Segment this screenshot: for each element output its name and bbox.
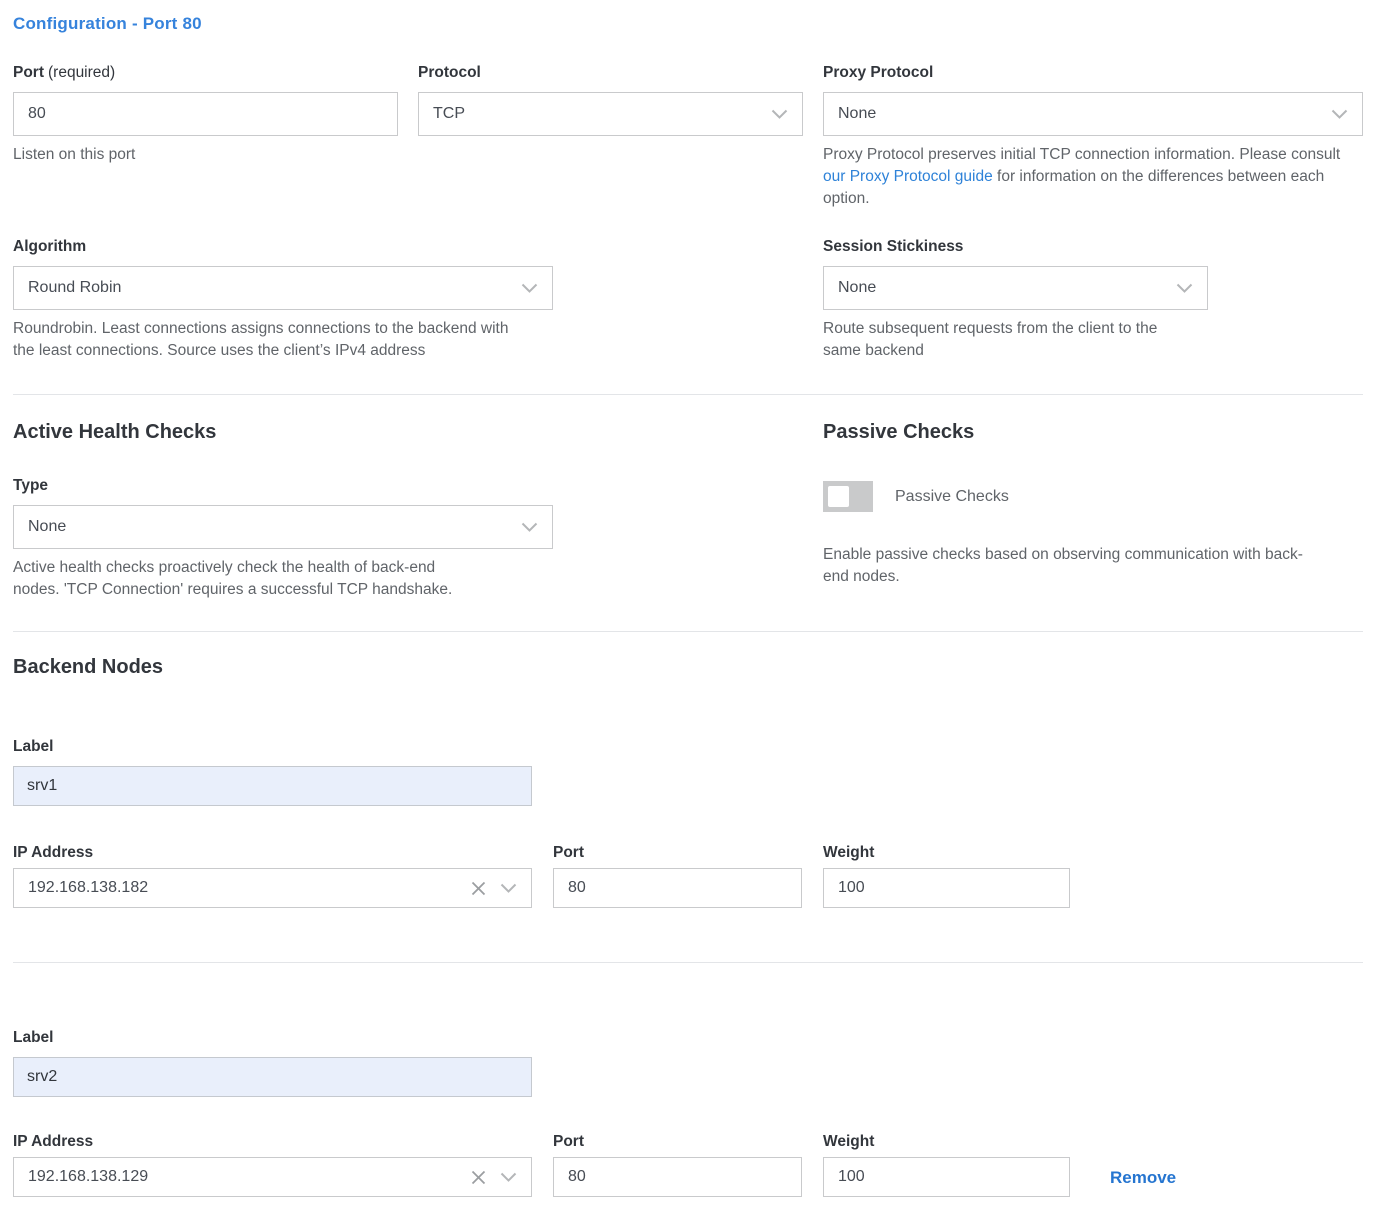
node-label-label: Label [13,1027,1363,1049]
algorithm-helper: Roundrobin. Least connections assigns co… [13,318,513,362]
row-algorithm-stickiness: Algorithm Round Robin Roundrobin. Least … [13,236,1363,362]
node-ip-combobox[interactable]: 192.168.138.129 [13,1157,532,1197]
node-port-label: Port [553,842,802,864]
node-weight-label: Weight [823,1131,1070,1153]
node-ip-field: IP Address 192.168.138.182 [13,842,532,908]
section-divider [13,631,1363,632]
row-port-protocol-proxy: Port(required) Listen on this port Proto… [13,62,1363,210]
section-divider [13,394,1363,395]
row-checks-body: Type None Active health checks proactive… [13,445,1363,601]
node-weight-input[interactable] [823,1157,1070,1197]
port-helper: Listen on this port [13,144,398,166]
row-checks-headings: Active Health Checks Passive Checks [13,419,1363,445]
node-ip-value: 192.168.138.182 [28,879,148,897]
proxy-protocol-helper: Proxy Protocol preserves initial TCP con… [823,144,1363,210]
protocol-select-value: TCP [433,105,465,123]
session-stickiness-field: Session Stickiness None Route subsequent… [823,236,1363,362]
session-stickiness-label: Session Stickiness [823,236,1363,258]
passive-checks-helper: Enable passive checks based on observing… [823,544,1323,588]
chevron-down-icon [771,109,788,120]
proxy-protocol-guide-link[interactable]: our Proxy Protocol guide [823,168,993,185]
protocol-label: Protocol [418,62,803,84]
passive-checks-toggle[interactable] [823,481,873,512]
node-weight-input[interactable] [823,868,1070,908]
port-label-text: Port [13,64,44,81]
node-port-label: Port [553,1131,802,1153]
node-ip-port-weight-row: IP Address 192.168.138.129 Port Weight R… [13,1131,1363,1197]
active-health-checks-helper: Active health checks proactively check t… [13,557,483,601]
health-check-type-select[interactable]: None [13,505,553,549]
configuration-panel: Configuration - Port 80 Port(required) L… [13,14,1363,1197]
combo-icons [471,881,517,896]
session-stickiness-helper: Route subsequent requests from the clien… [823,318,1193,362]
proxy-protocol-label: Proxy Protocol [823,62,1363,84]
node-weight-field: Weight [823,1131,1070,1197]
combo-icons [471,1170,517,1185]
node-label-input[interactable] [13,766,532,806]
port-required-text: (required) [48,64,115,81]
node-port-field: Port [553,842,802,908]
algorithm-field: Algorithm Round Robin Roundrobin. Least … [13,236,553,362]
node-label-label: Label [13,736,1363,758]
algorithm-label: Algorithm [13,236,553,258]
node-port-input[interactable] [553,1157,802,1197]
node-divider [13,962,1363,963]
passive-checks-toggle-row: Passive Checks [823,481,1363,512]
remove-node-link[interactable]: Remove [1110,1168,1176,1188]
port-field: Port(required) Listen on this port [13,62,398,166]
node-ip-label: IP Address [13,1131,532,1153]
passive-checks-heading: Passive Checks [823,419,1363,445]
node-ip-label: IP Address [13,842,532,864]
node-weight-label: Weight [823,842,1070,864]
chevron-down-icon [1176,283,1193,294]
session-stickiness-select-value: None [838,279,876,297]
session-stickiness-select[interactable]: None [823,266,1208,310]
clear-x-icon[interactable] [471,1170,486,1185]
proxy-protocol-select[interactable]: None [823,92,1363,136]
algorithm-select-value: Round Robin [28,279,121,297]
clear-x-icon[interactable] [471,881,486,896]
node-ip-port-weight-row: IP Address 192.168.138.182 Port Weight [13,842,1363,908]
node-weight-field: Weight [823,842,1070,908]
backend-nodes-heading: Backend Nodes [13,654,1363,680]
algorithm-select[interactable]: Round Robin [13,266,553,310]
node-ip-field: IP Address 192.168.138.129 [13,1131,532,1197]
chevron-down-icon [521,283,538,294]
node-label-input[interactable] [13,1057,532,1097]
protocol-field: Protocol TCP [418,62,803,136]
proxy-protocol-select-value: None [838,105,876,123]
port-label: Port(required) [13,62,398,84]
chevron-down-icon[interactable] [500,883,517,894]
backend-node-row: Label IP Address 192.168.138.182 Port We… [13,736,1363,908]
node-ip-combobox[interactable]: 192.168.138.182 [13,868,532,908]
toggle-knob [828,486,849,507]
proxy-helper-text: Proxy Protocol preserves initial TCP con… [823,146,1340,163]
backend-node-row: Label IP Address 192.168.138.129 Port We… [13,1027,1363,1197]
chevron-down-icon [521,522,538,533]
chevron-down-icon [1331,109,1348,120]
protocol-select[interactable]: TCP [418,92,803,136]
health-check-type-select-value: None [28,518,66,536]
node-ip-value: 192.168.138.129 [28,1168,148,1186]
chevron-down-icon[interactable] [500,1172,517,1183]
active-health-checks-section: Type None Active health checks proactive… [13,445,553,601]
node-port-field: Port [553,1131,802,1197]
health-check-type-label: Type [13,475,553,497]
passive-checks-toggle-label: Passive Checks [895,488,1009,506]
active-health-checks-heading: Active Health Checks [13,419,216,445]
proxy-protocol-field: Proxy Protocol None Proxy Protocol prese… [823,62,1363,210]
configuration-title[interactable]: Configuration - Port 80 [13,14,202,33]
node-port-input[interactable] [553,868,802,908]
port-input[interactable] [13,92,398,136]
passive-checks-section: Passive Checks Enable passive checks bas… [823,445,1363,588]
